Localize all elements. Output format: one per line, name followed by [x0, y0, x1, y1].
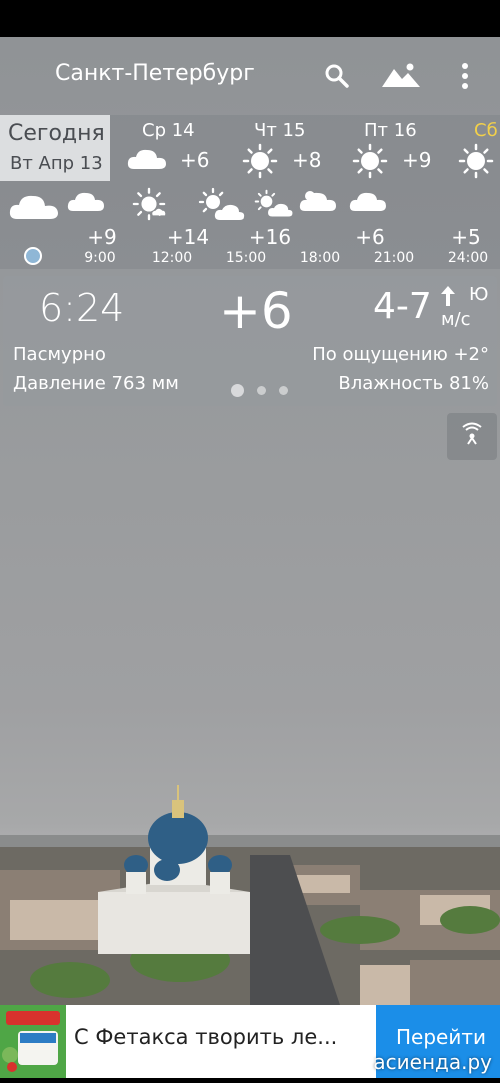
day-temp: +8 — [292, 148, 322, 172]
landscape-icon[interactable] — [382, 61, 420, 91]
cloud-icon — [298, 187, 344, 223]
bottom-edge — [0, 1078, 500, 1083]
tab-day-sat[interactable]: Сб — [456, 115, 500, 181]
sun-icon — [458, 143, 498, 179]
ad-image[interactable] — [0, 1005, 66, 1078]
sun-icon — [132, 187, 178, 223]
ad-cta-label: Перейти — [396, 1025, 486, 1049]
weather-screen: Санкт-Петербург Сегодня Вт Апр 13 Ср 14 … — [0, 0, 500, 1083]
day-name: Пт 16 — [364, 120, 417, 141]
tab-today[interactable]: Сегодня Вт Апр 13 — [0, 115, 110, 181]
more-options-icon[interactable] — [452, 61, 478, 91]
page-dot — [279, 386, 288, 395]
page-dot — [257, 386, 266, 395]
cloud-icon — [8, 187, 58, 223]
tab-day-fri[interactable]: Пт 16 +9 — [352, 115, 456, 181]
hour-temp: +16 — [248, 225, 292, 249]
cloud-icon — [348, 187, 394, 223]
hour-time: 12:00 — [151, 250, 193, 266]
today-date: Вт Апр 13 — [10, 153, 103, 174]
wind-speed: 4-7 — [373, 286, 432, 327]
day-name: Сб — [474, 120, 498, 141]
hour-time: 18:00 — [299, 250, 341, 266]
app-header: Санкт-Петербург — [0, 37, 500, 115]
condition-text: Пасмурно — [13, 344, 106, 365]
day-name: Ср 14 — [142, 120, 195, 141]
day-temp: +6 — [180, 148, 210, 172]
tab-day-thu[interactable]: Чт 15 +8 — [240, 115, 344, 181]
ad-text[interactable]: С Фетакса творить ле... — [74, 1025, 337, 1049]
partly-cloudy-icon — [254, 187, 300, 223]
hourly-forecast[interactable]: +9 9:00 +14 12:00 +16 15:00 18:00 +6 21:… — [0, 181, 500, 269]
sun-icon — [242, 143, 282, 179]
partly-cloudy-icon — [198, 187, 245, 223]
day-temp: +9 — [402, 148, 432, 172]
current-time: 6:24 — [39, 286, 125, 330]
day-name: Чт 15 — [254, 120, 306, 141]
current-time-marker — [24, 247, 42, 265]
radar-button[interactable] — [447, 413, 497, 460]
hour-time: 15:00 — [225, 250, 267, 266]
hour-time: 21:00 — [373, 250, 415, 266]
cloud-icon — [126, 143, 166, 177]
hour-temp: +14 — [166, 225, 210, 249]
current-temperature: +6 — [219, 282, 293, 340]
hour-temp: +9 — [87, 225, 117, 249]
hour-temp: +6 — [355, 225, 385, 249]
humidity-text: Влажность 81% — [338, 373, 489, 394]
watermark: асиенда.ру — [373, 1050, 492, 1074]
city-title[interactable]: Санкт-Петербург — [55, 61, 255, 86]
search-icon[interactable] — [322, 61, 352, 91]
wind-unit: м/с — [441, 309, 471, 330]
wind-direction-arrow-icon — [441, 286, 455, 306]
feels-like-text: По ощущению +2° — [312, 344, 489, 365]
status-bar — [0, 0, 500, 37]
daily-tabs: Сегодня Вт Апр 13 Ср 14 +6 Чт 15 +8 Пт 1… — [0, 115, 500, 181]
current-conditions-card[interactable]: 6:24 +6 4-7 Ю м/с Пасмурно По ощущению +… — [3, 276, 497, 406]
hour-time: 24:00 — [447, 250, 489, 266]
city-background-image — [0, 785, 500, 1005]
hour-temp: +5 — [451, 225, 481, 249]
radar-icon — [462, 422, 482, 445]
wind-direction: Ю — [469, 284, 489, 305]
hour-time: 9:00 — [84, 250, 116, 266]
pressure-text: Давление 763 мм — [13, 373, 179, 394]
sun-icon — [352, 143, 392, 179]
today-title: Сегодня — [8, 121, 105, 146]
tab-day-wed[interactable]: Ср 14 +6 — [126, 115, 230, 181]
page-dot-active — [231, 384, 244, 397]
cloud-icon — [66, 187, 112, 223]
